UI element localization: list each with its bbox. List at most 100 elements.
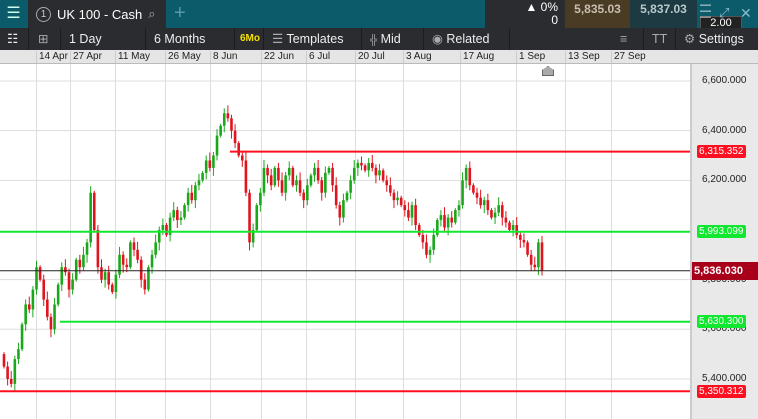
current-level-label: 5,836.030 — [692, 261, 758, 280]
settings-button[interactable]: ⚙ Settings — [676, 28, 758, 50]
candle-body — [31, 289, 35, 310]
candle-body — [399, 197, 403, 206]
candle-body — [78, 259, 82, 268]
range-badge[interactable]: 6Mo — [235, 28, 264, 50]
close-icon[interactable]: ✕ — [740, 5, 752, 22]
price-chart[interactable] — [0, 64, 690, 419]
templates-label: Templates — [286, 32, 344, 46]
candle-body — [352, 167, 356, 181]
candle-body — [255, 205, 259, 230]
candle-body — [327, 167, 331, 173]
candle-body — [522, 239, 526, 243]
price-axis[interactable] — [690, 64, 758, 419]
add-tab-icon[interactable]: + — [174, 2, 186, 25]
candle-body — [417, 225, 421, 235]
candle-body — [9, 378, 13, 384]
scale-icon[interactable]: ≡ — [612, 28, 644, 50]
candle-body — [515, 225, 519, 235]
candle-body — [324, 172, 327, 193]
candle-body — [121, 254, 125, 265]
candle-body — [334, 185, 338, 206]
candle-body — [295, 180, 298, 186]
candle-body — [486, 200, 490, 211]
candles-icon: ╬ — [370, 35, 378, 46]
candle-body — [2, 354, 6, 367]
drag-handle-icon[interactable]: ― ― ― — [700, 0, 711, 23]
candle-body — [226, 113, 230, 119]
date-tick: 27 Sep — [611, 51, 646, 63]
sell-button[interactable]: 5,835.03 — [565, 0, 630, 28]
candle-body — [103, 272, 107, 280]
related-button[interactable]: ◉ Related — [424, 28, 510, 50]
candle-body — [457, 205, 461, 211]
templates-button[interactable]: ☰ Templates — [264, 28, 362, 50]
buy-button[interactable]: 5,837.03 — [630, 0, 697, 28]
candle-body — [367, 162, 370, 171]
candle-body — [13, 359, 17, 384]
candle-body — [526, 242, 529, 255]
candle-body — [111, 284, 114, 293]
instrument-tab[interactable]: 1 UK 100 - Cash ⌕ — [28, 0, 166, 28]
toolbar: ☷ ⊞ 1 Day 6 Months 6Mo ☰ Templates ╬ Mid… — [0, 28, 758, 50]
candle-body — [46, 299, 49, 317]
gear-icon: ⚙ — [684, 32, 696, 46]
change-absolute: 0 — [551, 13, 558, 27]
layout-icon[interactable]: ⊞ — [29, 28, 61, 50]
candle-body — [338, 205, 342, 218]
candle-body — [53, 304, 56, 330]
candle-body — [497, 205, 500, 213]
candle-body — [143, 279, 147, 290]
date-tick: 3 Aug — [403, 51, 432, 63]
text-size-button[interactable]: TT — [644, 28, 676, 50]
candle-body — [190, 192, 194, 201]
candle-body — [370, 162, 374, 168]
price-tick: 6,200.000 — [702, 174, 747, 186]
candle-body — [482, 200, 486, 206]
candle-body — [17, 349, 20, 360]
candle-body — [89, 192, 92, 243]
candle-body — [511, 225, 515, 230]
candle-body — [208, 160, 212, 168]
candle-body — [262, 167, 266, 193]
candle-body — [504, 217, 508, 223]
candle-body — [56, 284, 60, 305]
date-tick: 14 Apr — [36, 51, 68, 63]
expand-icon[interactable]: ⤢ — [719, 5, 729, 21]
candle-body — [403, 205, 407, 211]
candle-body — [306, 185, 309, 201]
candle-body — [154, 242, 157, 255]
price-tick: 6,400.000 — [702, 124, 747, 136]
candle-body — [42, 279, 46, 300]
date-tick: 8 Jun — [210, 51, 237, 63]
candle-body — [74, 259, 78, 280]
range-select[interactable]: 6 Months — [146, 28, 235, 50]
candle-body — [410, 205, 414, 218]
sliders-icon: ☰ — [272, 32, 284, 46]
candle-body — [27, 304, 31, 310]
candle-body — [132, 242, 136, 250]
list-icon[interactable]: ☷ — [0, 28, 29, 50]
candle-body — [150, 254, 154, 268]
candle-body — [237, 143, 240, 156]
candle-body — [183, 205, 186, 218]
settings-label: Settings — [698, 32, 744, 46]
hamburger-icon[interactable]: ☰ — [0, 0, 27, 28]
candle-body — [493, 212, 497, 218]
price-type-button[interactable]: ╬ Mid — [362, 28, 424, 50]
candle-body — [92, 192, 96, 230]
price-type-label: Mid — [380, 32, 401, 46]
search-icon[interactable]: ⌕ — [148, 6, 155, 22]
candle-body — [233, 130, 237, 144]
date-tick: 20 Jul — [355, 51, 385, 63]
interval-select[interactable]: 1 Day — [61, 28, 146, 50]
candle-body — [537, 242, 540, 268]
candle-body — [396, 197, 399, 201]
candle-body — [266, 167, 269, 176]
related-label: Related — [446, 32, 490, 46]
candle-body — [259, 192, 262, 206]
candle-body — [38, 267, 42, 280]
candle-body — [201, 172, 204, 181]
candle-body — [385, 180, 389, 186]
candle-body — [129, 242, 132, 268]
instrument-name: UK 100 - Cash — [57, 6, 143, 22]
